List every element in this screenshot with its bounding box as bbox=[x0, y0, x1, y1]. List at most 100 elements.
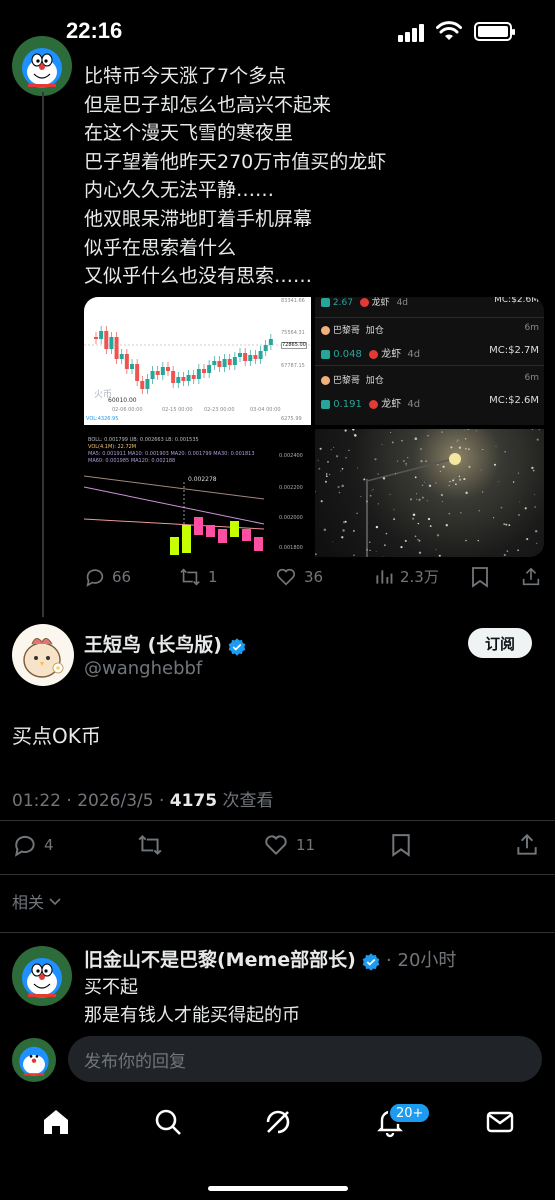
like-button[interactable]: 36 bbox=[274, 566, 323, 588]
snowflake bbox=[390, 432, 392, 433]
snowflake bbox=[324, 480, 327, 483]
snowflake bbox=[320, 500, 323, 503]
grok-icon[interactable] bbox=[262, 1106, 294, 1138]
snowflake bbox=[526, 538, 529, 541]
candle-body bbox=[258, 351, 263, 359]
snowflake bbox=[456, 441, 458, 443]
trade-divider bbox=[315, 365, 544, 366]
candle-body bbox=[166, 367, 170, 371]
snowflake bbox=[475, 430, 477, 432]
snowflake bbox=[396, 460, 399, 462]
wifi-icon bbox=[436, 21, 462, 40]
snowflake bbox=[512, 481, 515, 483]
snowflake bbox=[337, 485, 340, 489]
candle-body bbox=[263, 345, 268, 351]
candle-body bbox=[212, 361, 217, 365]
snowflake bbox=[418, 498, 421, 502]
snowflake bbox=[410, 498, 412, 501]
snowflake bbox=[532, 469, 535, 472]
price-chart-image[interactable]: 火币 60010.00 83341.66 75564.31 72865.00 6… bbox=[84, 297, 311, 425]
snowflake bbox=[405, 462, 408, 465]
related-toggle[interactable]: 相关 bbox=[12, 889, 62, 913]
snowflake bbox=[421, 496, 424, 499]
snowflake bbox=[449, 480, 451, 483]
date-tick: 03-04 00:00 bbox=[250, 407, 281, 413]
snowflake bbox=[403, 460, 405, 462]
doraemon-avatar-icon bbox=[22, 48, 62, 88]
post-line: 他双眼呆滞地盯着手机屏幕 bbox=[84, 207, 313, 230]
snowflake bbox=[329, 473, 331, 476]
views-icon bbox=[376, 569, 393, 584]
candle-body bbox=[124, 354, 129, 369]
snowflake bbox=[441, 501, 443, 503]
snowflake bbox=[333, 446, 335, 448]
price-tick: 75564.31 bbox=[281, 330, 305, 336]
candle-body bbox=[186, 375, 191, 381]
doraemon-avatar-icon bbox=[22, 958, 62, 998]
snowflake bbox=[518, 514, 520, 516]
reply-input[interactable]: 发布你的回复 bbox=[68, 1036, 542, 1082]
candle-body bbox=[130, 364, 134, 369]
trade-age: 4d bbox=[396, 298, 409, 308]
post-timestamp[interactable]: 01:22 · 2026/3/5 · bbox=[12, 791, 170, 811]
indicator-chart-image[interactable]: BOLL: 0.001799 UB: 0.002663 LB: 0.001535… bbox=[84, 429, 311, 557]
snowflake bbox=[465, 491, 468, 495]
media-grid[interactable]: 火币 60010.00 83341.66 75564.31 72865.00 6… bbox=[84, 297, 544, 557]
trade-time: 6m bbox=[524, 323, 540, 333]
trade-feed-image[interactable]: 2.67 龙虾 4d MC:$2.6M 巴黎哥 加仓 6m 0.048 龙虾 4… bbox=[315, 297, 544, 425]
snowflake bbox=[437, 463, 439, 466]
author-display-name[interactable]: 王短鸟 (长鸟版) bbox=[84, 634, 222, 656]
snowflake bbox=[357, 467, 359, 469]
repost-button[interactable]: 1 bbox=[178, 566, 218, 588]
snowflake bbox=[368, 541, 371, 544]
avatar[interactable] bbox=[12, 624, 74, 686]
verified-badge-icon bbox=[362, 952, 380, 971]
snowflake bbox=[354, 434, 357, 437]
bookmark-icon[interactable] bbox=[390, 832, 412, 858]
lobster-icon bbox=[359, 298, 369, 307]
candle-body bbox=[248, 355, 253, 361]
reply-author-name[interactable]: 旧金山不是巴黎(Meme部部长) bbox=[84, 949, 356, 971]
snowflake bbox=[458, 475, 461, 478]
snowflake bbox=[435, 482, 437, 484]
share-icon[interactable] bbox=[520, 566, 542, 588]
buy-icon bbox=[321, 349, 330, 359]
avatar[interactable] bbox=[12, 946, 72, 1006]
avatar[interactable] bbox=[12, 36, 72, 96]
trade-age: 4d bbox=[407, 349, 421, 360]
subscribe-button[interactable]: 订阅 bbox=[468, 628, 532, 658]
snowflake bbox=[426, 500, 428, 502]
snowflake bbox=[424, 481, 425, 483]
snowflake bbox=[495, 445, 497, 448]
search-icon[interactable] bbox=[152, 1106, 184, 1138]
cellular-signal-icon bbox=[398, 24, 426, 42]
trader-name: 巴黎哥 bbox=[332, 376, 360, 386]
views-button[interactable]: 2.3万 bbox=[374, 566, 439, 587]
snowflake bbox=[425, 460, 427, 462]
home-icon[interactable] bbox=[40, 1106, 72, 1138]
price-tick: 6275.99 bbox=[281, 416, 302, 422]
snowflake bbox=[427, 517, 431, 521]
snowflake bbox=[330, 449, 332, 451]
bookmark-icon[interactable] bbox=[470, 566, 490, 588]
reply-button[interactable]: 4 bbox=[12, 832, 54, 858]
snowflake bbox=[519, 501, 521, 503]
like-button[interactable]: 11 bbox=[262, 832, 315, 858]
repost-icon[interactable] bbox=[136, 832, 164, 858]
my-avatar[interactable] bbox=[12, 1038, 56, 1082]
author-handle[interactable]: @wanghebbf bbox=[84, 658, 202, 679]
reply-line: 买不起 bbox=[84, 977, 138, 998]
snowflake bbox=[389, 493, 391, 495]
share-icon[interactable] bbox=[514, 832, 540, 858]
snow-night-photo[interactable] bbox=[315, 429, 544, 557]
candle-body bbox=[238, 353, 242, 357]
messages-icon[interactable] bbox=[484, 1106, 516, 1138]
date-tick: 02-15 00:00 bbox=[162, 407, 193, 413]
post-line: 但是巴子却怎么也高兴不起来 bbox=[84, 93, 332, 116]
candle-body bbox=[222, 359, 227, 367]
candle-body bbox=[114, 337, 119, 359]
thread-line bbox=[42, 92, 44, 617]
snowflake bbox=[465, 540, 467, 542]
trade-action: 加仓 bbox=[365, 326, 384, 336]
reply-button[interactable]: 66 bbox=[84, 566, 131, 588]
